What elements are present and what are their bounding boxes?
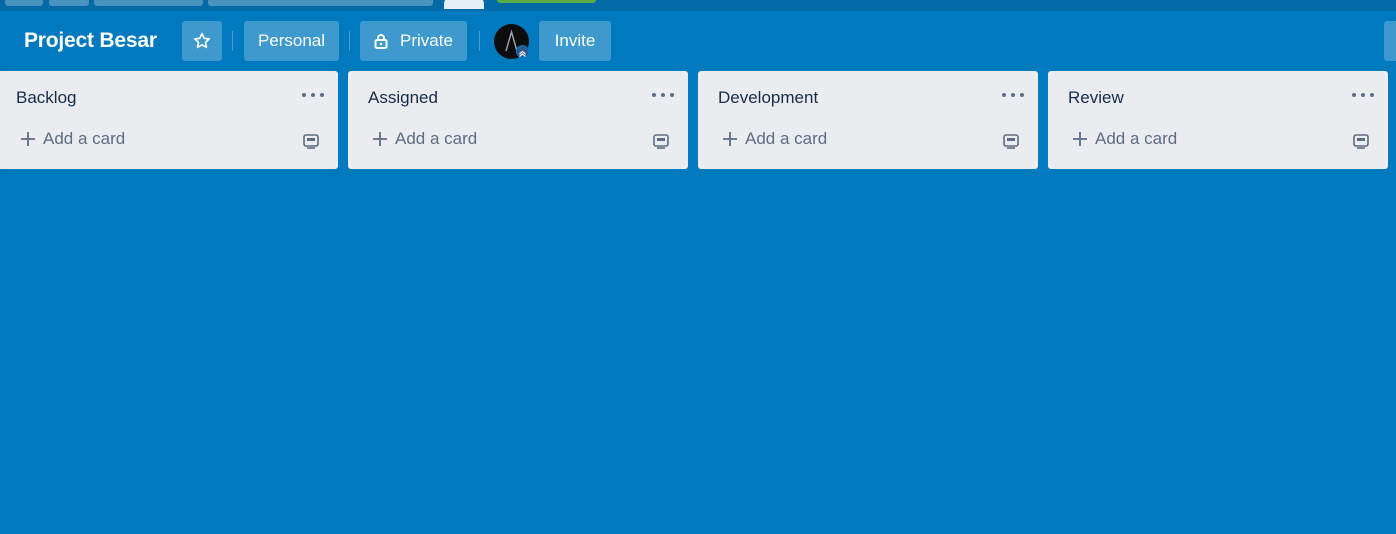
add-card-button[interactable]: Add a card bbox=[372, 129, 477, 149]
privacy-label: Private bbox=[400, 31, 453, 50]
header-divider bbox=[479, 31, 480, 51]
plus-icon bbox=[1072, 131, 1088, 147]
plus-icon bbox=[372, 131, 388, 147]
board-lists: Backlog Add a card Assigned Add a card D… bbox=[0, 71, 1396, 169]
list-title[interactable]: Review bbox=[1068, 88, 1124, 108]
invite-label: Invite bbox=[554, 31, 596, 50]
star-icon bbox=[192, 31, 212, 51]
add-card-button[interactable]: Add a card bbox=[1072, 129, 1177, 149]
list-title[interactable]: Assigned bbox=[368, 88, 438, 108]
header-divider bbox=[349, 31, 350, 51]
plus-icon bbox=[722, 131, 738, 147]
card-template-icon[interactable] bbox=[1002, 132, 1020, 150]
top-bar-upgrade-button[interactable] bbox=[497, 0, 596, 3]
app-top-bar bbox=[0, 0, 1396, 11]
header-divider bbox=[232, 31, 233, 51]
list-assigned: Assigned Add a card bbox=[348, 71, 688, 169]
workspace-label: Personal bbox=[257, 31, 326, 50]
add-card-button[interactable]: Add a card bbox=[722, 129, 827, 149]
add-card-label: Add a card bbox=[1095, 129, 1178, 148]
star-board-button[interactable] bbox=[182, 21, 222, 61]
top-bar-search-input[interactable] bbox=[208, 0, 433, 6]
board-menu-button[interactable] bbox=[1384, 21, 1396, 61]
card-template-icon[interactable] bbox=[302, 132, 320, 150]
lock-icon bbox=[374, 33, 388, 49]
privacy-button[interactable]: Private bbox=[360, 21, 467, 61]
list-backlog: Backlog Add a card bbox=[0, 71, 338, 169]
card-template-icon[interactable] bbox=[652, 132, 670, 150]
add-card-label: Add a card bbox=[43, 129, 126, 148]
add-card-label: Add a card bbox=[395, 129, 478, 148]
top-bar-boards-button[interactable] bbox=[94, 0, 203, 6]
invite-button[interactable]: Invite bbox=[539, 21, 611, 61]
more-horizontal-icon[interactable] bbox=[1002, 88, 1024, 102]
admin-badge-icon bbox=[516, 45, 529, 58]
add-card-button[interactable]: Add a card bbox=[20, 129, 125, 149]
top-bar-apps-button[interactable] bbox=[5, 0, 43, 6]
list-title[interactable]: Development bbox=[718, 88, 818, 108]
app-logo[interactable] bbox=[444, 0, 484, 9]
more-horizontal-icon[interactable] bbox=[302, 88, 324, 102]
top-bar-home-button[interactable] bbox=[49, 0, 89, 6]
plus-icon bbox=[20, 131, 36, 147]
card-template-icon[interactable] bbox=[1352, 132, 1370, 150]
list-development: Development Add a card bbox=[698, 71, 1038, 169]
add-card-label: Add a card bbox=[745, 129, 828, 148]
more-horizontal-icon[interactable] bbox=[1352, 88, 1374, 102]
workspace-visibility-button[interactable]: Personal bbox=[244, 21, 339, 61]
more-horizontal-icon[interactable] bbox=[652, 88, 674, 102]
board-title[interactable]: Project Besar bbox=[24, 29, 157, 53]
board-header: Project Besar Personal Private Invite bbox=[0, 11, 1396, 71]
list-review: Review Add a card bbox=[1048, 71, 1388, 169]
list-title[interactable]: Backlog bbox=[16, 88, 76, 108]
